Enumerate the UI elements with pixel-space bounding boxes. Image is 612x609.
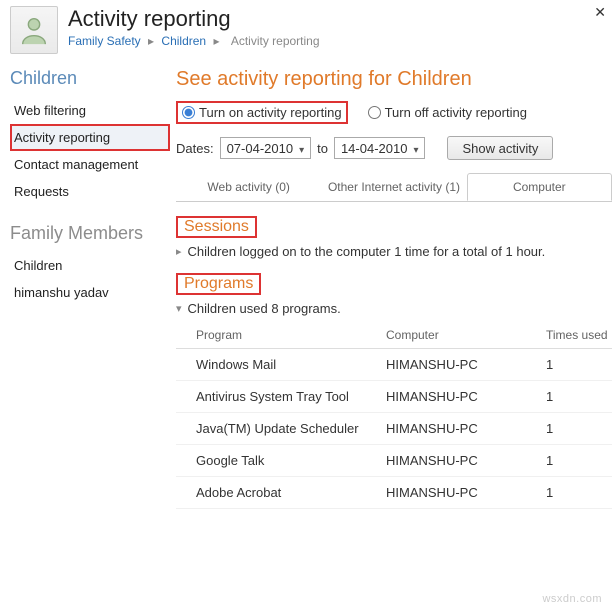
date-to-select[interactable]: 14-04-2010 (334, 137, 426, 159)
sidebar-item-activity-reporting[interactable]: Activity reporting (10, 124, 170, 151)
cell-computer: HIMANSHU-PC (366, 381, 526, 413)
col-times: Times used (526, 322, 612, 349)
cell-times: 1 (526, 445, 612, 477)
tab-computer[interactable]: Computer (467, 173, 612, 201)
cell-program: Adobe Acrobat (176, 477, 366, 509)
breadcrumb-children[interactable]: Children (161, 34, 206, 48)
tab-other-internet[interactable]: Other Internet activity (1) (321, 173, 466, 201)
chevron-down-icon (413, 141, 418, 156)
breadcrumb-family-safety[interactable]: Family Safety (68, 34, 141, 48)
sidebar-item-web-filtering[interactable]: Web filtering (10, 97, 170, 124)
programs-summary[interactable]: Children used 8 programs. (176, 301, 612, 316)
radio-off-label: Turn off activity reporting (385, 105, 527, 120)
table-row: Google TalkHIMANSHU-PC1 (176, 445, 612, 477)
programs-heading: Programs (176, 273, 261, 295)
sessions-summary[interactable]: Children logged on to the computer 1 tim… (176, 244, 612, 259)
cell-times: 1 (526, 381, 612, 413)
table-row: Adobe AcrobatHIMANSHU-PC1 (176, 477, 612, 509)
cell-computer: HIMANSHU-PC (366, 445, 526, 477)
cell-times: 1 (526, 349, 612, 381)
cell-computer: HIMANSHU-PC (366, 349, 526, 381)
sidebar-item-contact-management[interactable]: Contact management (10, 151, 170, 178)
cell-program: Java(TM) Update Scheduler (176, 413, 366, 445)
date-to-label: to (317, 141, 328, 156)
show-activity-button[interactable]: Show activity (447, 136, 553, 160)
sidebar-member-himanshu[interactable]: himanshu yadav (10, 279, 170, 306)
sidebar-heading-children: Children (10, 68, 170, 89)
breadcrumb: Family Safety ▸ Children ▸ Activity repo… (68, 34, 602, 48)
cell-program: Windows Mail (176, 349, 366, 381)
col-computer: Computer (366, 322, 526, 349)
sidebar-heading-family: Family Members (10, 223, 170, 244)
user-avatar-icon (10, 6, 58, 54)
cell-computer: HIMANSHU-PC (366, 477, 526, 509)
watermark: wsxdn.com (542, 593, 602, 605)
radio-on-label: Turn on activity reporting (199, 105, 342, 120)
sessions-heading: Sessions (176, 216, 257, 238)
sidebar-member-children[interactable]: Children (10, 252, 170, 279)
cell-program: Antivirus System Tray Tool (176, 381, 366, 413)
close-icon[interactable]: ✕ (594, 4, 606, 21)
cell-program: Google Talk (176, 445, 366, 477)
tab-web-activity[interactable]: Web activity (0) (176, 173, 321, 201)
radio-on[interactable] (182, 106, 195, 119)
chevron-down-icon (299, 141, 304, 156)
table-row: Windows MailHIMANSHU-PC1 (176, 349, 612, 381)
table-row: Java(TM) Update SchedulerHIMANSHU-PC1 (176, 413, 612, 445)
breadcrumb-current: Activity reporting (231, 34, 320, 48)
page-title: Activity reporting (68, 6, 602, 32)
cell-computer: HIMANSHU-PC (366, 413, 526, 445)
radio-off[interactable] (368, 106, 381, 119)
sidebar-item-requests[interactable]: Requests (10, 178, 170, 205)
main-title: See activity reporting for Children (176, 68, 612, 91)
date-from-select[interactable]: 07-04-2010 (220, 137, 312, 159)
col-program: Program (176, 322, 366, 349)
cell-times: 1 (526, 477, 612, 509)
programs-table: Program Computer Times used Windows Mail… (176, 322, 612, 509)
dates-label: Dates: (176, 141, 214, 156)
table-row: Antivirus System Tray ToolHIMANSHU-PC1 (176, 381, 612, 413)
cell-times: 1 (526, 413, 612, 445)
